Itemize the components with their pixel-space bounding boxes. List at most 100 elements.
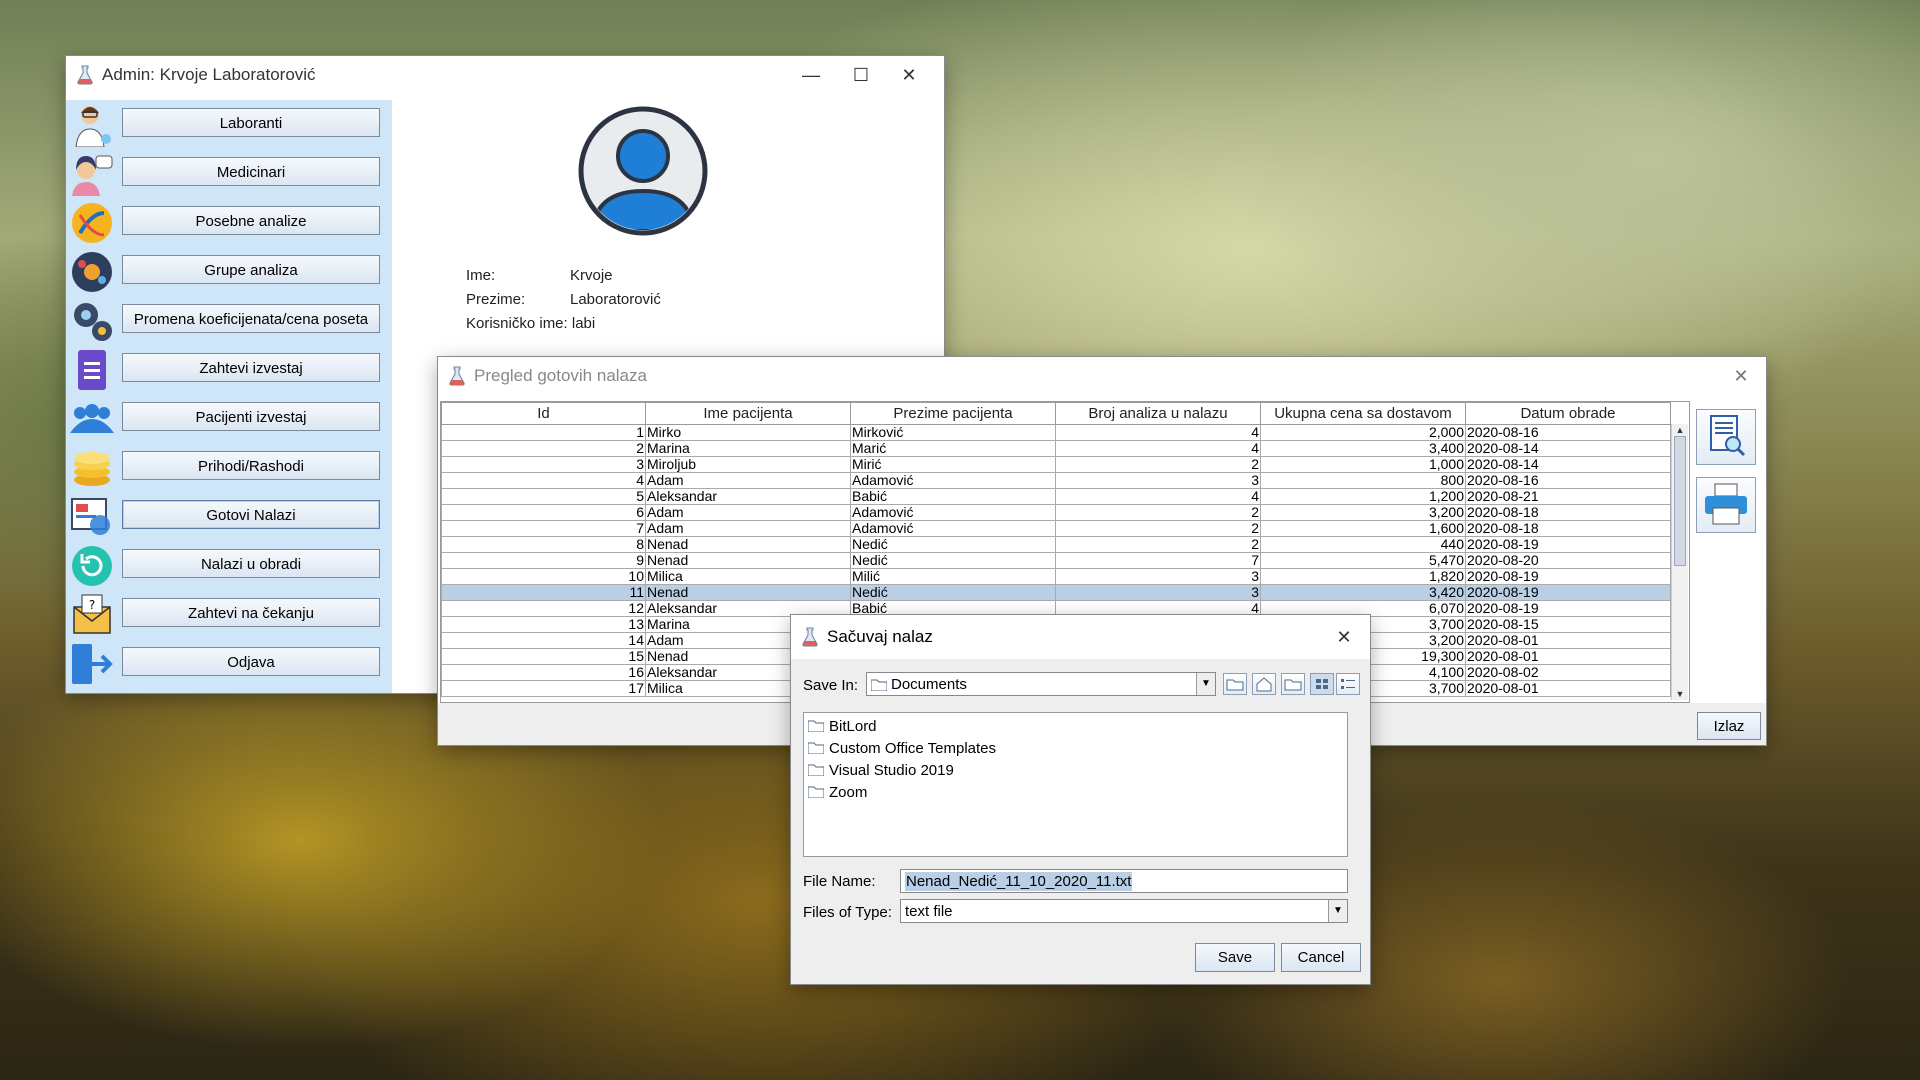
table-row[interactable]: 11 Nenad Nedić 3 3,420 2020-08-19 bbox=[441, 584, 1671, 601]
table-cell: Marić bbox=[850, 440, 1056, 457]
table-cell: Nenad bbox=[645, 584, 851, 601]
up-one-level-button[interactable] bbox=[1223, 673, 1247, 695]
new-folder-button[interactable] bbox=[1281, 673, 1305, 695]
table-row[interactable]: 5 Aleksandar Babić 4 1,200 2020-08-21 bbox=[441, 488, 1671, 505]
list-view-button[interactable] bbox=[1310, 673, 1334, 695]
table-cell: 2,000 bbox=[1260, 424, 1466, 441]
table-cell: 12 bbox=[441, 600, 646, 617]
table-cell: Adamović bbox=[850, 504, 1056, 521]
table-cell: 5,470 bbox=[1260, 552, 1466, 569]
details-view-button[interactable] bbox=[1336, 673, 1360, 695]
table-cell: 3,400 bbox=[1260, 440, 1466, 457]
file-item-custom-office-templates[interactable]: Custom Office Templates bbox=[808, 737, 996, 759]
maximize-button[interactable]: ☐ bbox=[838, 56, 884, 94]
promena-koeficijenata-button[interactable]: Promena koeficijenata/cena poseta bbox=[122, 304, 380, 333]
medicinari-button[interactable]: Medicinari bbox=[122, 157, 380, 186]
table-row[interactable]: 2 Marina Marić 4 3,400 2020-08-14 bbox=[441, 440, 1671, 457]
table-cell: Adam bbox=[645, 504, 851, 521]
table-row[interactable]: 3 Miroljub Mirić 2 1,000 2020-08-14 bbox=[441, 456, 1671, 473]
waiting-request-icon: ? bbox=[73, 594, 111, 634]
table-cell: 2020-08-21 bbox=[1465, 488, 1671, 505]
table-row[interactable]: 8 Nenad Nedić 2 440 2020-08-19 bbox=[441, 536, 1671, 553]
file-item-zoom[interactable]: Zoom bbox=[808, 781, 867, 803]
table-row[interactable]: 6 Adam Adamović 2 3,200 2020-08-18 bbox=[441, 504, 1671, 521]
table-cell: 2020-08-20 bbox=[1465, 552, 1671, 569]
scroll-up-icon[interactable]: ▲ bbox=[1672, 424, 1688, 436]
table-cell: Nedić bbox=[850, 536, 1056, 553]
table-row[interactable]: 4 Adam Adamović 3 800 2020-08-16 bbox=[441, 472, 1671, 489]
laboranti-button[interactable]: Laboranti bbox=[122, 108, 380, 137]
profile-ime-row: Ime: Krvoje bbox=[466, 267, 613, 284]
cancel-button[interactable]: Cancel bbox=[1281, 943, 1361, 972]
table-cell: 4 bbox=[1055, 440, 1261, 457]
profile-prezime-row: Prezime: Laboratorović bbox=[466, 291, 661, 308]
table-cell: 15 bbox=[441, 648, 646, 665]
column-header-ukupna-cena[interactable]: Ukupna cena sa dostavom bbox=[1260, 402, 1466, 425]
column-header-prezime[interactable]: Prezime pacijenta bbox=[850, 402, 1056, 425]
admin-sidebar: Laboranti Medicinari Posebne analize Gru… bbox=[66, 100, 392, 693]
preview-button[interactable] bbox=[1696, 409, 1756, 465]
table-cell: 2020-08-14 bbox=[1465, 456, 1671, 473]
table-cell: 17 bbox=[441, 680, 646, 697]
table-cell: 2020-08-18 bbox=[1465, 520, 1671, 537]
izlaz-button[interactable]: Izlaz bbox=[1697, 712, 1761, 740]
posebne-analize-button[interactable]: Posebne analize bbox=[122, 206, 380, 235]
table-cell: 2 bbox=[1055, 504, 1261, 521]
close-button[interactable]: ✕ bbox=[886, 56, 932, 94]
file-item-visual-studio-2019[interactable]: Visual Studio 2019 bbox=[808, 759, 954, 781]
chevron-down-icon[interactable]: ▼ bbox=[1328, 900, 1347, 922]
prihodi-rashodi-button[interactable]: Prihodi/Rashodi bbox=[122, 451, 380, 480]
table-cell: 7 bbox=[441, 520, 646, 537]
close-button[interactable]: ✕ bbox=[1718, 357, 1764, 395]
chevron-down-icon[interactable]: ▼ bbox=[1196, 673, 1215, 695]
column-header-ime[interactable]: Ime pacijenta bbox=[645, 402, 851, 425]
nalazi-u-obradi-button[interactable]: Nalazi u obradi bbox=[122, 549, 380, 578]
prezime-value: Laboratorović bbox=[570, 291, 661, 308]
scroll-thumb[interactable] bbox=[1674, 436, 1686, 566]
save-in-combo[interactable]: Documents ▼ bbox=[866, 672, 1216, 696]
table-row[interactable]: 9 Nenad Nedić 7 5,470 2020-08-20 bbox=[441, 552, 1671, 569]
menu-row-nalazi-u-obradi: Nalazi u obradi bbox=[66, 541, 392, 590]
table-cell: Nedić bbox=[850, 584, 1056, 601]
table-cell: 1,200 bbox=[1260, 488, 1466, 505]
scroll-down-icon[interactable]: ▼ bbox=[1672, 688, 1688, 700]
file-item-bitlord[interactable]: BitLord bbox=[808, 715, 877, 737]
print-button[interactable] bbox=[1696, 477, 1756, 533]
table-cell: 14 bbox=[441, 632, 646, 649]
table-row[interactable]: 7 Adam Adamović 2 1,600 2020-08-18 bbox=[441, 520, 1671, 537]
folder-icon bbox=[808, 764, 824, 776]
lab-technician-icon bbox=[75, 106, 111, 147]
results-titlebar: Pregled gotovih nalaza ✕ bbox=[438, 357, 1766, 395]
zahtevi-na-cekanju-button[interactable]: Zahtevi na čekanju bbox=[122, 598, 380, 627]
username-value: labi bbox=[571, 315, 596, 332]
zahtevi-izvestaj-button[interactable]: Zahtevi izvestaj bbox=[122, 353, 380, 382]
gotovi-nalazi-button[interactable]: Gotovi Nalazi bbox=[122, 500, 380, 529]
file-name-input[interactable]: Nenad_Nedić_11_10_2020_11.txt bbox=[900, 869, 1348, 893]
table-cell: 13 bbox=[441, 616, 646, 633]
files-of-type-combo[interactable]: text file ▼ bbox=[900, 899, 1348, 923]
table-cell: Adamović bbox=[850, 520, 1056, 537]
flask-icon bbox=[449, 366, 465, 386]
close-button[interactable]: ✕ bbox=[1321, 615, 1367, 659]
table-cell: Nenad bbox=[645, 536, 851, 553]
admin-titlebar: Admin: Krvoje Laboratorović — ☐ ✕ bbox=[66, 56, 944, 94]
column-header-broj-analiza[interactable]: Broj analiza u nalazu bbox=[1055, 402, 1261, 425]
table-cell: 3 bbox=[1055, 472, 1261, 489]
gears-icon bbox=[74, 303, 112, 341]
menu-row-gotovi-nalazi: Gotovi Nalazi bbox=[66, 492, 392, 541]
table-row[interactable]: 1 Mirko Mirković 4 2,000 2020-08-16 bbox=[441, 424, 1671, 441]
menu-row-zahtevi-na-cekanju: ? Zahtevi na čekanju bbox=[66, 590, 392, 639]
table-cell: 2020-08-19 bbox=[1465, 600, 1671, 617]
coins-icon bbox=[74, 452, 110, 486]
table-cell: 3,420 bbox=[1260, 584, 1466, 601]
save-button[interactable]: Save bbox=[1195, 943, 1275, 972]
column-header-id[interactable]: Id bbox=[441, 402, 646, 425]
grupe-analiza-button[interactable]: Grupe analiza bbox=[122, 255, 380, 284]
home-button[interactable] bbox=[1252, 673, 1276, 695]
pacijenti-izvestaj-button[interactable]: Pacijenti izvestaj bbox=[122, 402, 380, 431]
odjava-button[interactable]: Odjava bbox=[122, 647, 380, 676]
table-vertical-scrollbar[interactable]: ▲ ▼ bbox=[1671, 424, 1688, 700]
table-row[interactable]: 10 Milica Milić 3 1,820 2020-08-19 bbox=[441, 568, 1671, 585]
column-header-datum[interactable]: Datum obrade bbox=[1465, 402, 1671, 425]
minimize-button[interactable]: — bbox=[788, 56, 834, 94]
